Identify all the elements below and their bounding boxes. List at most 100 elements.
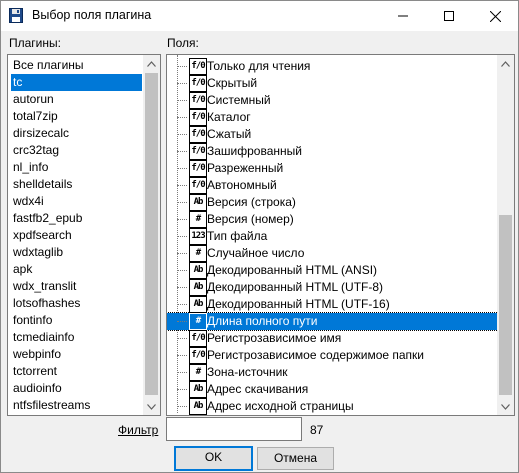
title-bar[interactable]: Выбор поля плагина	[1, 1, 518, 31]
field-tree-item[interactable]: f/0 Только для чтения	[167, 58, 500, 75]
tree-branch-line	[177, 117, 187, 118]
filter-label: Фильтр	[118, 423, 159, 437]
field-tree-item[interactable]: # Версия (номер)	[167, 211, 500, 228]
field-tree-item[interactable]: f/0 Скрытый	[167, 75, 500, 92]
scroll-down-button[interactable]	[497, 398, 514, 415]
cancel-button[interactable]: Отмена	[257, 447, 334, 470]
field-label: Версия (строка)	[207, 195, 296, 209]
field-tree-item[interactable]: # Зона-источник	[167, 364, 500, 381]
flag-field-icon: f/0	[189, 177, 207, 194]
field-tree-item[interactable]: f/0 Системный	[167, 92, 500, 109]
field-tree-item[interactable]: f/0 Зашифрованный	[167, 143, 500, 160]
fields-scrollbar[interactable]	[497, 55, 514, 415]
string-field-icon: Ab	[189, 381, 207, 398]
field-tree-item[interactable]: f/0 Регистрозависимое содержимое папки	[167, 347, 500, 364]
plugin-list-item[interactable]: audioinfo	[11, 380, 64, 397]
tree-branch-line	[177, 287, 187, 288]
string-field-icon: Ab	[189, 296, 207, 313]
field-tree-item[interactable]: f/0 Разреженный	[167, 160, 500, 177]
field-tree-item[interactable]: f/0 Регистрозависимое имя	[167, 330, 500, 347]
field-tree-item[interactable]: # Случайное число	[167, 245, 500, 262]
string-field-icon: Ab	[189, 194, 207, 211]
filter-input[interactable]	[166, 417, 302, 441]
flag-field-icon: f/0	[189, 143, 207, 160]
scroll-up-button[interactable]	[143, 55, 160, 72]
plugin-list-item[interactable]: Все плагины	[11, 57, 86, 74]
number-field-icon: #	[189, 364, 207, 381]
tree-branch-line	[177, 202, 187, 203]
field-label: Зона-источник	[207, 365, 288, 379]
field-tree-item[interactable]: f/0 Сжатый	[167, 126, 500, 143]
plugin-list-item[interactable]: autorun	[11, 91, 56, 108]
field-label: Декодированный HTML (UTF-16)	[207, 297, 390, 311]
field-tree-item[interactable]: 123 Тип файла	[167, 228, 500, 245]
field-label: Регистрозависимое имя	[207, 331, 342, 345]
chevron-down-icon	[147, 403, 156, 410]
plugin-list-item[interactable]: nl_info	[11, 159, 50, 176]
field-tree-item[interactable]: f/0 Каталог	[167, 109, 500, 126]
scroll-up-button[interactable]	[497, 55, 514, 72]
field-label: Версия (номер)	[207, 212, 294, 226]
plugin-list-item[interactable]: ntfsfilestreams	[11, 397, 92, 414]
tree-branch-line	[177, 151, 187, 152]
plugin-list-item[interactable]: wdx_translit	[11, 278, 78, 295]
window-title: Выбор поля плагина	[32, 8, 152, 22]
plugin-list-item[interactable]: fontinfo	[11, 312, 54, 329]
plugin-list-item[interactable]: webpinfo	[11, 346, 63, 363]
field-tree-item[interactable]: Ab Адрес скачивания	[167, 381, 500, 398]
field-tree-item[interactable]: Ab Декодированный HTML (UTF-16)	[167, 296, 500, 313]
field-tree-item[interactable]: Ab Декодированный HTML (ANSI)	[167, 262, 500, 279]
scroll-down-button[interactable]	[143, 398, 160, 415]
field-label: Адрес исходной страницы	[207, 399, 354, 413]
close-button[interactable]	[472, 1, 518, 31]
field-label: Декодированный HTML (UTF-8)	[207, 280, 384, 294]
tree-branch-line	[177, 372, 187, 373]
plugin-list-item[interactable]: xpdfsearch	[11, 227, 74, 244]
chevron-up-icon	[501, 60, 510, 67]
minimize-button[interactable]	[380, 1, 426, 31]
plugin-list-item[interactable]: apk	[11, 261, 34, 278]
plugin-list-item[interactable]: tctorrent	[11, 363, 59, 380]
fields-treeview[interactable]: f/0 Только для чтения f/0 Скрытый f/0 Системн…	[166, 54, 515, 416]
field-label: Адрес скачивания	[207, 382, 309, 396]
plugins-scrollbar[interactable]	[143, 55, 160, 415]
maximize-button[interactable]	[426, 1, 472, 31]
tree-branch-line	[177, 304, 187, 305]
minimize-icon	[398, 15, 408, 17]
tree-branch-line	[177, 168, 187, 169]
plugin-list-item[interactable]: wdxtaglib	[11, 244, 65, 261]
field-label: Длина полного пути	[207, 314, 318, 328]
number-field-icon: #	[189, 313, 207, 330]
plugin-list-item[interactable]: lotsofhashes	[11, 295, 82, 312]
plugins-label: Плагины:	[9, 36, 61, 50]
tree-branch-line	[177, 270, 187, 271]
tree-branch-line	[177, 389, 187, 390]
plugin-list-item[interactable]: dirsizecalc	[11, 125, 71, 142]
field-tree-item[interactable]: f/0 Автономный	[167, 177, 500, 194]
fields-scroll-thumb[interactable]	[499, 215, 512, 395]
plugins-listbox[interactable]: Все плагины tc autorun total7zip dirsizecalc…	[7, 54, 161, 416]
tree-branch-line	[177, 83, 187, 84]
plugin-list-item[interactable]: tcmediainfo	[11, 329, 76, 346]
ok-button[interactable]: OK	[174, 446, 253, 471]
field-tree-item[interactable]: Ab Адрес исходной страницы	[167, 398, 500, 415]
field-label: Только для чтения	[207, 59, 311, 73]
cancel-button-label: Отмена	[273, 451, 318, 465]
plugins-scroll-thumb[interactable]	[145, 73, 158, 395]
flag-field-icon: f/0	[189, 126, 207, 143]
plugin-list-item[interactable]: shelldetails	[11, 176, 74, 193]
field-label: Системный	[207, 93, 271, 107]
tree-branch-line	[177, 185, 187, 186]
field-tree-item[interactable]: # Длина полного пути	[167, 312, 501, 331]
flag-field-icon: f/0	[189, 75, 207, 92]
plugin-list-item[interactable]: total7zip	[11, 108, 60, 125]
field-tree-item[interactable]: Ab Версия (строка)	[167, 194, 500, 211]
maximize-icon	[444, 11, 454, 21]
plugin-list-item[interactable]: wdx4i	[11, 193, 46, 210]
field-tree-item[interactable]: Ab Декодированный HTML (UTF-8)	[167, 279, 500, 296]
plugin-list-item[interactable]: crc32tag	[11, 142, 61, 159]
plugin-list-item[interactable]: fastfb2_epub	[11, 210, 84, 227]
flag-field-icon: f/0	[189, 58, 207, 75]
plugin-list-item[interactable]: tc	[11, 74, 142, 91]
flag-field-icon: f/0	[189, 109, 207, 126]
